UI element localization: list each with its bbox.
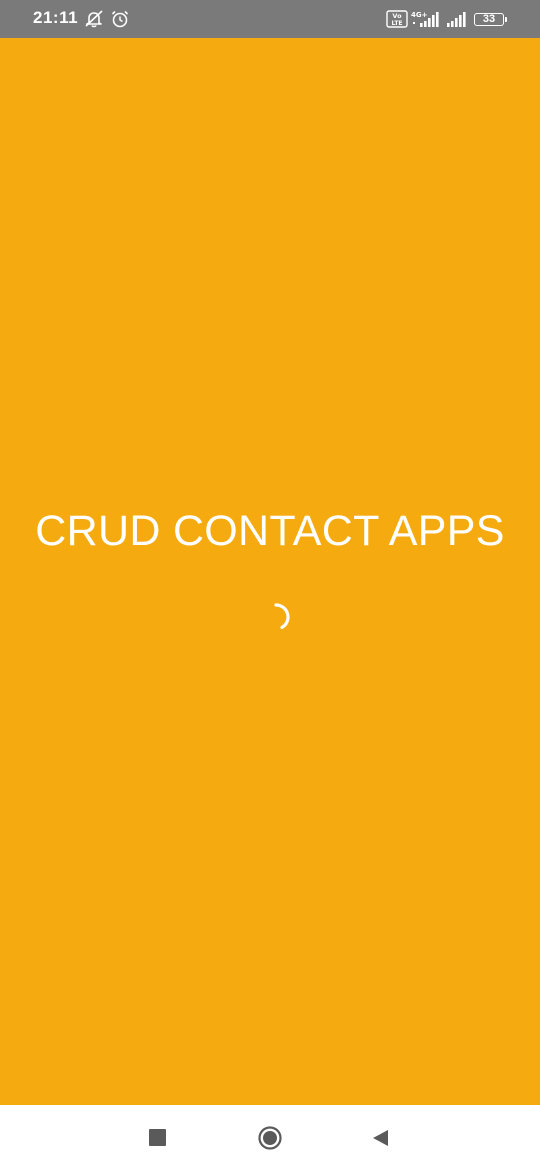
navigation-bar (0, 1105, 540, 1170)
loading-spinner (274, 603, 290, 629)
home-button[interactable] (257, 1125, 283, 1151)
battery-icon: 33 (474, 13, 508, 27)
network-type-label: 4G+ (411, 11, 428, 19)
volte-top-label: Vo (392, 12, 402, 20)
volte-bottom-label: LTE (391, 20, 402, 27)
volte-icon: Vo LTE (386, 10, 408, 28)
signal-4g-icon: 4G+ (411, 11, 439, 27)
app-title: CRUD CONTACT APPS (35, 507, 505, 555)
battery-tip (505, 17, 507, 22)
status-time: 21:11 (33, 8, 79, 27)
splash-screen: 21:11 Vo LTE 4G+ 33 CRUD CONTACT APPS (0, 0, 540, 1170)
bell-off-icon (85, 10, 103, 28)
signal-icon (447, 12, 466, 27)
back-button[interactable] (370, 1128, 390, 1148)
recents-button[interactable] (149, 1129, 166, 1146)
alarm-icon (111, 10, 129, 28)
status-bar: 21:11 Vo LTE 4G+ 33 (0, 0, 540, 38)
battery-level: 33 (482, 13, 496, 25)
